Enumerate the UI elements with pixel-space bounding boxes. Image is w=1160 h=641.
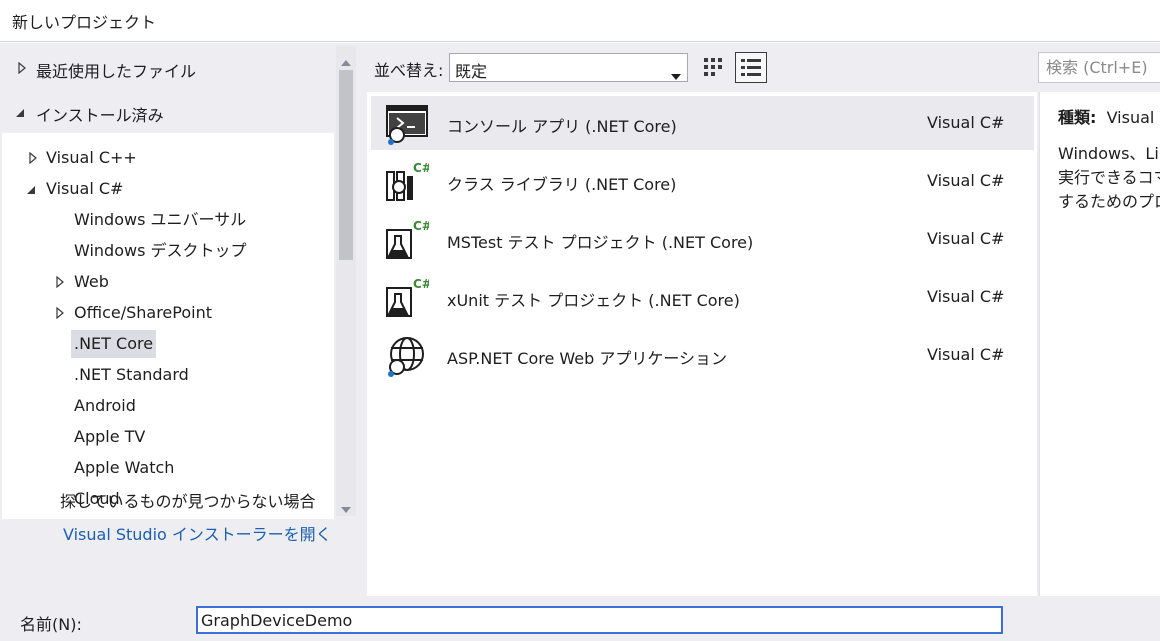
recent-section[interactable]: 最近使用したファイル <box>2 46 334 90</box>
template-name: xUnit テスト プロジェクト (.NET Core) <box>447 291 740 310</box>
svg-text:C#: C# <box>413 277 429 291</box>
title-bar: 新しいプロジェクト <box>0 0 1160 42</box>
description-line: 実行できるコマ <box>1058 168 1160 187</box>
list-view-icon <box>741 59 761 76</box>
template-row[interactable]: ASP.NET Core Web アプリケーション Visual C# <box>371 328 1034 382</box>
tree-item-apple-tv[interactable]: Apple TV <box>74 423 145 451</box>
chevron-down-icon <box>671 65 681 84</box>
grid-view-icon <box>704 58 722 76</box>
tree-item-web[interactable]: Web <box>74 268 109 296</box>
template-language: Visual C# <box>927 287 1005 306</box>
project-name-field[interactable] <box>196 606 1003 634</box>
scrollbar-thumb[interactable] <box>339 70 353 260</box>
tree-item-windows-desktop[interactable]: Windows デスクトップ <box>74 237 247 265</box>
template-search[interactable] <box>1038 52 1160 83</box>
template-row[interactable]: C# MSTest テスト プロジェクト (.NET Core) Visual … <box>371 212 1034 266</box>
svg-text:C#: C# <box>413 219 429 233</box>
name-label: 名前(N): <box>20 615 82 634</box>
tree-item-net-standard[interactable]: .NET Standard <box>74 361 189 389</box>
template-description: Windows、Lin 実行できるコマ するためのプロ <box>1058 142 1160 214</box>
type-label: 種類: <box>1058 108 1097 127</box>
template-name: ASP.NET Core Web アプリケーション <box>447 349 728 368</box>
details-view-button[interactable] <box>735 52 767 83</box>
template-tree: Visual C++ Visual C# Windows ユニバーサル Wind… <box>2 133 334 519</box>
test-project-icon: C# <box>383 276 432 320</box>
installed-section[interactable]: インストール済み <box>2 90 334 134</box>
search-input[interactable] <box>1039 53 1160 82</box>
sort-label: 並べ替え: <box>374 61 444 80</box>
small-icons-view-button[interactable] <box>697 52 729 83</box>
template-detail-pane: 種類: Visual Windows、Lin 実行できるコマ するためのプロ <box>1039 92 1160 596</box>
template-list: コンソール アプリ (.NET Core) Visual C# C# クラス ラ… <box>367 92 1037 596</box>
template-row[interactable]: C# xUnit テスト プロジェクト (.NET Core) Visual C… <box>371 270 1034 324</box>
template-language: Visual C# <box>927 229 1005 248</box>
window-title: 新しいプロジェクト <box>12 13 157 32</box>
expand-arrow-icon[interactable] <box>18 62 27 74</box>
open-installer-link[interactable]: Visual Studio インストーラーを開く <box>63 521 332 545</box>
tree-item-android[interactable]: Android <box>74 392 136 420</box>
type-value: Visual <box>1106 108 1155 127</box>
expand-arrow-icon[interactable] <box>56 276 65 288</box>
scroll-down-icon[interactable] <box>340 499 352 518</box>
scroll-up-icon[interactable] <box>340 52 352 71</box>
template-type: 種類: Visual <box>1058 104 1154 128</box>
console-app-icon <box>383 102 429 146</box>
tree-item-visual-cpp[interactable]: Visual C++ <box>46 144 137 172</box>
tree-item-visual-csharp[interactable]: Visual C# <box>46 175 123 203</box>
collapse-arrow-icon[interactable] <box>26 185 36 195</box>
expand-arrow-icon[interactable] <box>56 307 65 319</box>
template-row[interactable]: C# クラス ライブラリ (.NET Core) Visual C# <box>371 154 1034 208</box>
template-name: MSTest テスト プロジェクト (.NET Core) <box>447 233 754 252</box>
web-app-icon <box>383 334 429 378</box>
tree-item-office-sharepoint[interactable]: Office/SharePoint <box>74 299 212 327</box>
tree-item-net-core[interactable]: .NET Core <box>71 330 157 358</box>
sort-value: 既定 <box>455 62 488 81</box>
svg-text:C#: C# <box>413 161 429 175</box>
installed-label: インストール済み <box>36 106 164 125</box>
tree-item-apple-watch[interactable]: Apple Watch <box>74 454 174 482</box>
template-name: クラス ライブラリ (.NET Core) <box>447 175 677 194</box>
template-language: Visual C# <box>927 345 1005 364</box>
project-name-input[interactable] <box>198 608 1001 632</box>
test-project-icon: C# <box>383 218 432 262</box>
template-language: Visual C# <box>927 171 1005 190</box>
class-library-icon: C# <box>383 160 432 204</box>
description-line: Windows、Lin <box>1058 144 1160 163</box>
template-language: Visual C# <box>927 113 1005 132</box>
template-row[interactable]: コンソール アプリ (.NET Core) Visual C# <box>371 96 1034 150</box>
not-found-text: 探しているものが見つからない場合 <box>60 492 316 511</box>
tree-scrollbar[interactable] <box>336 46 356 516</box>
tree-item-windows-universal[interactable]: Windows ユニバーサル <box>74 206 246 234</box>
recent-label: 最近使用したファイル <box>36 62 197 81</box>
collapse-arrow-icon[interactable] <box>15 108 25 118</box>
sort-dropdown[interactable]: 既定 <box>449 53 688 82</box>
expand-arrow-icon[interactable] <box>29 152 38 164</box>
description-line: するためのプロ <box>1058 192 1160 211</box>
template-name: コンソール アプリ (.NET Core) <box>447 117 677 136</box>
